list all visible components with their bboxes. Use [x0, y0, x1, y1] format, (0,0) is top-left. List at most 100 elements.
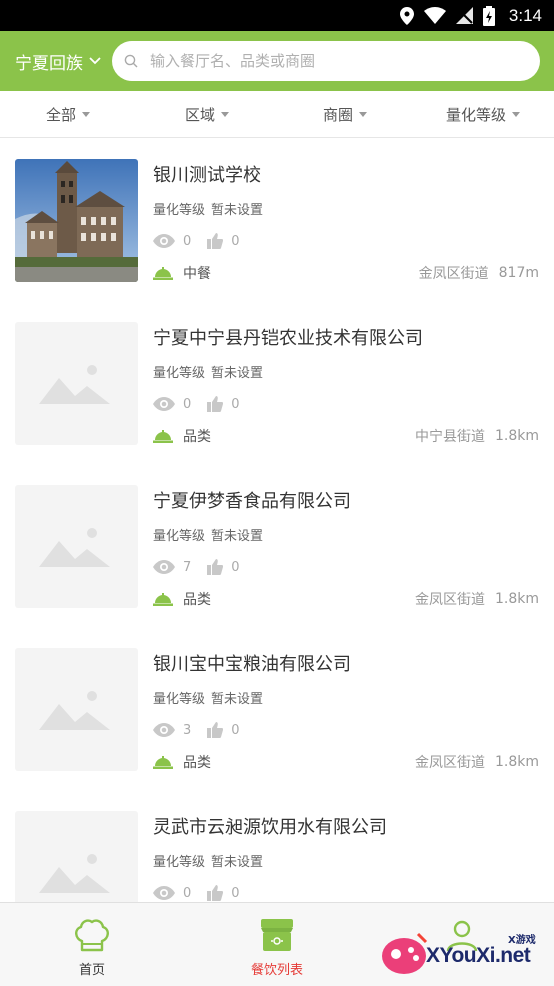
restaurant-list: 银川测试学校 量化等级 暂未设置 0 0 中餐 金凤区街道 817m 宁夏中宁县丹…: [0, 139, 554, 902]
level-label: 量化等级: [153, 692, 206, 707]
gamepad-logo-icon: [382, 932, 428, 974]
list-item[interactable]: 宁夏伊梦香食品有限公司 量化等级 暂未设置 7 0 品类 金凤区街道 1.8km: [0, 465, 554, 628]
restaurant-name: 宁夏中宁县丹铠农业技术有限公司: [153, 328, 423, 349]
distance: 817m: [498, 265, 539, 281]
location-row: 金凤区街道 1.8km: [415, 590, 539, 608]
image-placeholder-icon: [15, 811, 138, 902]
filter-label: 全部: [46, 105, 77, 124]
location-row: 金凤区街道 1.8km: [415, 753, 539, 771]
quantified-level: 量化等级 暂未设置: [153, 362, 263, 381]
chevron-down-icon: [89, 57, 101, 65]
location-icon: [399, 6, 414, 25]
eye-icon: [153, 723, 175, 737]
search-icon: [124, 54, 138, 68]
eye-icon: [153, 886, 175, 900]
category-name: 品类: [183, 755, 211, 771]
dropdown-triangle-icon: [82, 111, 91, 117]
quantified-level: 量化等级 暂未设置: [153, 199, 263, 218]
like-count: 0: [231, 396, 240, 412]
distance: 1.8km: [494, 591, 539, 607]
wifi-icon: [423, 7, 446, 24]
filter-label: 区域: [185, 105, 216, 124]
watermark-small-text: X游戏: [508, 935, 536, 946]
dropdown-triangle-icon: [512, 111, 521, 117]
category-name: 品类: [183, 592, 211, 608]
location-row: 金凤区街道 817m: [419, 264, 539, 282]
level-value: 暂未设置: [211, 855, 264, 870]
city-label: 宁夏回族: [15, 53, 83, 74]
filter-label: 商圈: [323, 105, 354, 124]
level-label: 量化等级: [153, 366, 206, 381]
thumbs-up-icon: [207, 559, 224, 575]
level-value: 暂未设置: [211, 203, 264, 218]
status-bar: 3:14: [0, 0, 554, 31]
category-name: 品类: [183, 429, 211, 445]
restaurant-name: 银川测试学校: [153, 165, 261, 186]
restaurant-photo: [15, 159, 138, 282]
image-placeholder-icon: [15, 485, 138, 608]
eye-icon: [153, 234, 175, 248]
distance: 1.8km: [494, 428, 539, 444]
level-label: 量化等级: [153, 855, 206, 870]
category-row: 品类: [153, 427, 211, 445]
watermark: XYouXi.net X游戏: [380, 928, 550, 980]
restaurant-name: 宁夏伊梦香食品有限公司: [153, 491, 351, 512]
dropdown-triangle-icon: [359, 111, 368, 117]
filter-area[interactable]: 区域: [185, 91, 230, 137]
image-placeholder-icon: [15, 322, 138, 445]
like-count: 0: [231, 233, 240, 249]
chef-hat-icon: [75, 919, 109, 952]
quantified-level: 量化等级 暂未设置: [153, 688, 263, 707]
nav-restaurant-list[interactable]: 餐饮列表: [185, 903, 369, 986]
filter-quantified-level[interactable]: 量化等级: [446, 91, 521, 137]
nav-home[interactable]: 首页: [0, 903, 184, 986]
eye-icon: [153, 560, 175, 574]
thumbs-up-icon: [207, 885, 224, 901]
storefront-icon: [261, 919, 293, 951]
stats-row: 7 0: [153, 558, 256, 576]
stats-row: 3 0: [153, 721, 256, 739]
dropdown-triangle-icon: [221, 111, 230, 117]
distance: 1.8km: [494, 754, 539, 770]
food-cloche-icon: [153, 267, 173, 280]
category-row: 中餐: [153, 264, 211, 282]
nav-home-label: 首页: [78, 963, 105, 978]
filter-label: 量化等级: [446, 105, 507, 124]
quantified-level: 量化等级 暂未设置: [153, 525, 263, 544]
view-count: 0: [183, 396, 192, 412]
list-item[interactable]: 银川宝中宝粮油有限公司 量化等级 暂未设置 3 0 品类 金凤区街道 1.8km: [0, 628, 554, 791]
top-header: 宁夏回族: [0, 31, 554, 91]
thumbs-up-icon: [207, 396, 224, 412]
filter-all[interactable]: 全部: [46, 91, 91, 137]
search-input[interactable]: [150, 52, 510, 70]
location-row: 中宁县街道 1.8km: [415, 427, 539, 445]
level-value: 暂未设置: [211, 692, 264, 707]
image-placeholder-icon: [15, 648, 138, 771]
stats-row: 0 0: [153, 232, 256, 250]
restaurant-name: 灵武市云昶源饮用水有限公司: [153, 817, 387, 838]
level-value: 暂未设置: [211, 529, 264, 544]
search-box[interactable]: [112, 41, 540, 81]
filter-business-district[interactable]: 商圈: [323, 91, 368, 137]
category-name: 中餐: [183, 266, 211, 282]
district: 中宁县街道: [414, 429, 485, 445]
list-item[interactable]: 灵武市云昶源饮用水有限公司 量化等级 暂未设置 0 0: [0, 791, 554, 902]
restaurant-name: 银川宝中宝粮油有限公司: [153, 654, 351, 675]
view-count: 0: [183, 233, 192, 249]
like-count: 0: [231, 722, 240, 738]
food-cloche-icon: [153, 756, 173, 769]
stats-row: 0 0: [153, 884, 256, 902]
district: 金凤区街道: [414, 755, 485, 771]
quantified-level: 量化等级 暂未设置: [153, 851, 263, 870]
category-row: 品类: [153, 590, 211, 608]
watermark-text: XYouXi.net: [426, 944, 531, 967]
level-label: 量化等级: [153, 529, 206, 544]
food-cloche-icon: [153, 593, 173, 606]
no-signal-icon: [455, 7, 473, 24]
list-item[interactable]: 银川测试学校 量化等级 暂未设置 0 0 中餐 金凤区街道 817m: [0, 139, 554, 302]
list-item[interactable]: 宁夏中宁县丹铠农业技术有限公司 量化等级 暂未设置 0 0 品类 中宁县街道 1.…: [0, 302, 554, 465]
level-value: 暂未设置: [211, 366, 264, 381]
eye-icon: [153, 397, 175, 411]
city-selector[interactable]: 宁夏回族: [15, 49, 111, 74]
view-count: 0: [183, 885, 192, 901]
